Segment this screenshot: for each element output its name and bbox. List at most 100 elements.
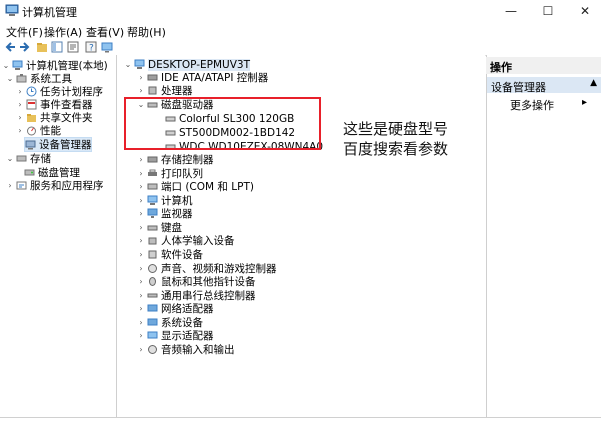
status-bar-divider [0, 417, 601, 418]
display-adapter-icon [147, 331, 158, 339]
window-title: 计算机管理 [22, 6, 77, 19]
chevron-right-icon[interactable]: › [16, 126, 24, 135]
shared-folder-icon [27, 114, 36, 122]
chevron-right-icon[interactable]: › [137, 209, 145, 218]
chevron-down-icon[interactable]: ⌄ [6, 154, 14, 163]
annotation-highlight-box [124, 97, 321, 150]
device-category[interactable]: › 存储控制器 [137, 153, 214, 166]
device-category[interactable]: › 鼠标和其他指针设备 [137, 275, 256, 288]
device-manager-icon [25, 140, 36, 150]
device-category[interactable]: › 网络适配器 [137, 302, 214, 315]
chevron-down-icon[interactable]: ⌄ [6, 74, 14, 83]
chevron-right-icon[interactable]: › [137, 196, 145, 205]
annotation-line-1: 这些是硬盘型号 [343, 120, 449, 138]
storage-controller-icon [147, 156, 158, 163]
chevron-right-icon[interactable]: › [137, 250, 145, 259]
chevron-right-icon[interactable]: › [16, 87, 24, 96]
chevron-right-icon[interactable]: › [137, 223, 145, 232]
device-category-label: 存储控制器 [161, 154, 214, 166]
chevron-right-icon[interactable]: › [16, 113, 24, 122]
device-category-label: 人体学输入设备 [161, 235, 235, 247]
chevron-right-icon[interactable]: › [137, 277, 145, 286]
chevron-right-icon[interactable]: › [137, 182, 145, 191]
chevron-right-icon[interactable]: › [137, 264, 145, 273]
keyboard-icon [147, 225, 158, 231]
device-category-label: 网络适配器 [161, 303, 214, 315]
system-device-icon [147, 318, 158, 326]
svg-text:?: ? [89, 43, 94, 53]
printer-icon [148, 169, 157, 176]
device-category-label: 显示适配器 [161, 330, 214, 342]
device-category-label: 软件设备 [161, 249, 203, 261]
tree-performance[interactable]: › 性能 [16, 124, 61, 137]
port-icon [147, 183, 158, 190]
chevron-right-icon[interactable]: › [137, 304, 145, 313]
chevron-right-icon[interactable]: ▸ [582, 97, 587, 108]
storage-icon [16, 155, 27, 162]
show-tree-icon[interactable] [50, 40, 63, 53]
monitor-icon[interactable] [100, 40, 113, 53]
properties-icon[interactable] [66, 40, 79, 53]
chevron-right-icon[interactable]: › [137, 331, 145, 340]
close-button[interactable]: ✕ [571, 0, 599, 22]
processor-icon [148, 86, 157, 95]
device-category[interactable]: › 人体学输入设备 [137, 234, 235, 247]
device-category[interactable]: › 显示适配器 [137, 329, 214, 342]
services-icon [16, 181, 27, 190]
more-actions-link[interactable]: 更多操作 [510, 97, 554, 113]
collapse-icon[interactable]: ▲ [590, 78, 597, 88]
chevron-right-icon[interactable]: › [137, 345, 145, 354]
help-icon[interactable]: ? [84, 40, 97, 53]
device-category[interactable]: › 音频输入和输出 [137, 343, 234, 356]
chevron-right-icon[interactable]: › [6, 181, 14, 190]
maximize-button[interactable]: ☐ [534, 0, 562, 22]
chevron-right-icon[interactable]: › [137, 236, 145, 245]
computer-icon [147, 195, 158, 205]
device-category-label: 监视器 [161, 208, 193, 220]
chevron-right-icon[interactable]: › [137, 318, 145, 327]
clock-icon [26, 86, 37, 97]
chevron-down-icon[interactable]: ⌄ [124, 60, 132, 69]
device-category-label: 处理器 [161, 85, 193, 97]
network-adapter-icon [147, 304, 158, 312]
chevron-down-icon[interactable]: ⌄ [2, 61, 10, 70]
actions-header: 操作 [486, 57, 601, 74]
back-icon[interactable] [4, 40, 17, 53]
tree-storage[interactable]: ⌄ 存储 [6, 152, 51, 165]
chevron-right-icon[interactable]: › [137, 73, 145, 82]
up-folder-icon[interactable] [35, 40, 48, 53]
computer-management-icon [5, 4, 19, 16]
chevron-right-icon[interactable]: › [16, 100, 24, 109]
tree-services-apps[interactable]: › 服务和应用程序 [6, 179, 103, 192]
tree-device-manager[interactable]: 设备管理器 [24, 137, 92, 152]
device-category[interactable]: › 监视器 [137, 207, 193, 220]
computer-icon [12, 60, 23, 70]
desktop-computer-icon [134, 59, 145, 69]
device-category[interactable]: › 端口 (COM 和 LPT) [137, 180, 254, 193]
chevron-right-icon[interactable]: › [137, 291, 145, 300]
usb-icon [147, 293, 158, 298]
ide-controller-icon [147, 74, 158, 81]
actions-header-label: 操作 [490, 61, 512, 74]
device-category-label: 鼠标和其他指针设备 [161, 276, 256, 288]
actions-section-label: 设备管理器 [491, 81, 546, 94]
device-root-label: DESKTOP-EPMUV3T [148, 58, 251, 71]
device-category[interactable]: › 处理器 [137, 84, 193, 97]
sound-icon [148, 264, 157, 273]
tree-storage-label: 存储 [30, 153, 51, 165]
audio-io-icon [148, 345, 157, 354]
tree-device-manager-label: 设备管理器 [39, 139, 92, 151]
tree-performance-label: 性能 [40, 125, 61, 137]
device-category[interactable]: › 软件设备 [137, 248, 203, 261]
chevron-right-icon[interactable]: › [137, 169, 145, 178]
mouse-icon [149, 277, 156, 286]
chevron-right-icon[interactable]: › [137, 86, 145, 95]
device-category[interactable]: › IDE ATA/ATAPI 控制器 [137, 71, 268, 84]
chevron-right-icon[interactable]: › [137, 155, 145, 164]
actions-section-device-manager[interactable]: 设备管理器 ▲ [487, 77, 601, 94]
minimize-button[interactable]: — [497, 0, 525, 22]
software-device-icon [148, 250, 157, 259]
monitor-icon [147, 208, 158, 218]
forward-icon[interactable] [17, 40, 30, 53]
annotation-line-2: 百度搜索看参数 [343, 140, 449, 158]
